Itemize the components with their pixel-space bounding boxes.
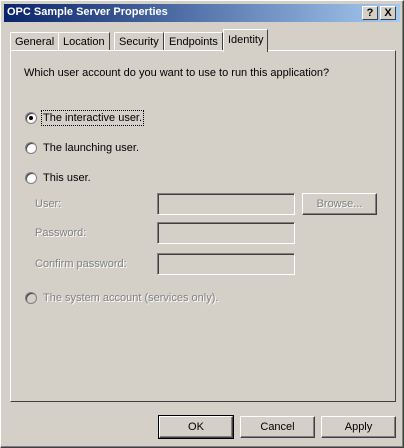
tab-identity[interactable]: Identity (223, 29, 269, 52)
tab-security[interactable]: Security (114, 32, 164, 52)
option-system-account-label[interactable]: The system account (services only). (43, 292, 218, 304)
account-question: Which user account do you want to use to… (24, 67, 330, 79)
properties-dialog: OPC Sample Server Properties ? X General… (0, 0, 404, 448)
option-launching-user-label[interactable]: The launching user. (43, 142, 139, 154)
cancel-button[interactable]: Cancel (240, 416, 315, 438)
radio-system-account[interactable] (25, 292, 37, 304)
confirm-password-label: Confirm password: (35, 258, 127, 270)
browse-button[interactable]: Browse... (302, 193, 377, 215)
password-field[interactable] (157, 222, 295, 244)
radio-this-user[interactable] (25, 172, 37, 184)
help-button[interactable]: ? (362, 6, 378, 20)
confirm-password-field[interactable] (157, 253, 295, 275)
ok-button[interactable]: OK (158, 415, 234, 439)
tab-endpoints[interactable]: Endpoints (164, 32, 223, 52)
radio-interactive-user[interactable] (25, 112, 37, 124)
radio-launching-user[interactable] (25, 142, 37, 154)
password-label: Password: (35, 227, 87, 239)
apply-button[interactable]: Apply (321, 416, 396, 438)
tab-general[interactable]: General (10, 32, 60, 52)
close-button[interactable]: X (380, 6, 396, 20)
user-label: User: (35, 198, 62, 210)
radio-selected-dot (29, 116, 33, 120)
user-field[interactable] (157, 193, 295, 215)
window-title: OPC Sample Server Properties (7, 6, 168, 18)
tab-location[interactable]: Location (58, 32, 110, 52)
title-bar[interactable]: OPC Sample Server Properties ? X (4, 4, 400, 22)
option-interactive-user-label[interactable]: The interactive user. (40, 110, 145, 126)
option-this-user-label[interactable]: This user. (43, 172, 91, 184)
